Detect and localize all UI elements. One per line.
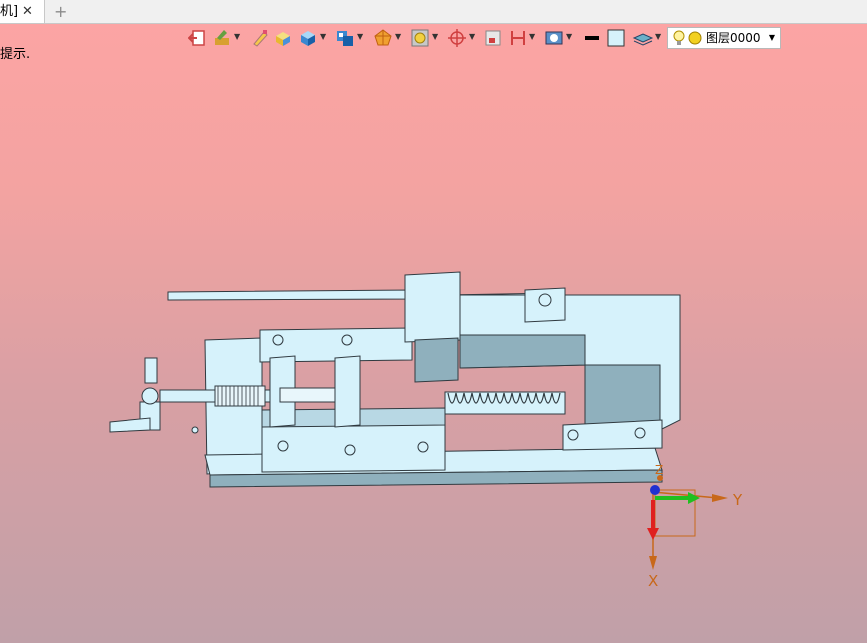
z-axis-indicator	[650, 485, 660, 495]
vise-model	[109, 271, 681, 488]
y-axis-arrow	[712, 494, 728, 502]
x-axis-arrow	[649, 556, 657, 570]
x-axis-label: X	[648, 572, 658, 590]
model-viewport[interactable]: Y X Z	[0, 0, 867, 643]
y-axis-label: Y	[732, 491, 743, 509]
z-axis-label: Z	[655, 463, 663, 477]
